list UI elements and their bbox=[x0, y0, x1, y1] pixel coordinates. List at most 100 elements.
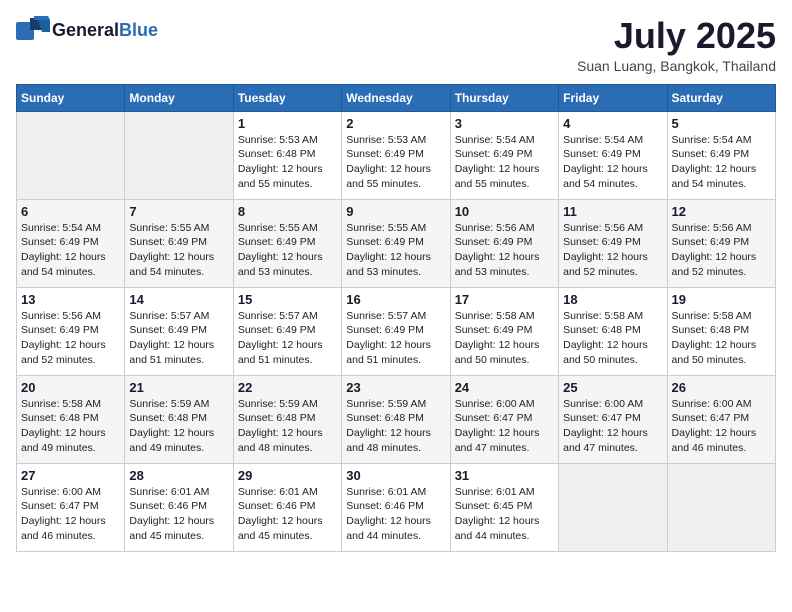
calendar-cell: 26 Sunrise: 6:00 AMSunset: 6:47 PMDayligh… bbox=[667, 375, 775, 463]
calendar-cell: 30Sunrise: 6:01 AMSunset: 6:46 PMDayligh… bbox=[342, 463, 450, 551]
calendar-cell: 12 Sunrise: 5:56 AMSunset: 6:49 PMDayligh… bbox=[667, 199, 775, 287]
day-number: 25 bbox=[563, 380, 662, 395]
logo: GeneralBlue bbox=[16, 16, 158, 44]
day-number: 23 bbox=[346, 380, 445, 395]
calendar-cell: 14 Sunrise: 5:57 AMSunset: 6:49 PMDayligh… bbox=[125, 287, 233, 375]
calendar-cell: 10 Sunrise: 5:56 AMSunset: 6:49 PMDayligh… bbox=[450, 199, 558, 287]
day-number: 14 bbox=[129, 292, 228, 307]
day-info: Sunrise: 5:59 AMSunset: 6:48 PMDaylight:… bbox=[238, 397, 337, 456]
calendar-cell: 11 Sunrise: 5:56 AMSunset: 6:49 PMDayligh… bbox=[559, 199, 667, 287]
calendar-cell: 29 Sunrise: 6:01 AMSunset: 6:46 PMDayligh… bbox=[233, 463, 341, 551]
day-number: 21 bbox=[129, 380, 228, 395]
calendar-header-tuesday: Tuesday bbox=[233, 84, 341, 111]
day-info: Sunrise: 5:58 AMSunset: 6:49 PMDaylight:… bbox=[455, 309, 554, 368]
calendar-header-sunday: Sunday bbox=[17, 84, 125, 111]
day-number: 18 bbox=[563, 292, 662, 307]
day-info: Sunrise: 6:01 AMSunset: 6:46 PMDaylight:… bbox=[129, 485, 228, 544]
day-info: Sunrise: 6:00 AMSunset: 6:47 PMDaylight:… bbox=[563, 397, 662, 456]
logo-icon bbox=[16, 16, 50, 44]
calendar-week-1: 1Sunrise: 5:53 AMSunset: 6:48 PMDaylight… bbox=[17, 111, 776, 199]
calendar-week-4: 20 Sunrise: 5:58 AMSunset: 6:48 PMDayligh… bbox=[17, 375, 776, 463]
calendar-table: SundayMondayTuesdayWednesdayThursdayFrid… bbox=[16, 84, 776, 552]
day-info: Sunrise: 6:00 AMSunset: 6:47 PMDaylight:… bbox=[455, 397, 554, 456]
day-info: Sunrise: 6:01 AMSunset: 6:46 PMDaylight:… bbox=[238, 485, 337, 544]
day-info: Sunrise: 5:56 AMSunset: 6:49 PMDaylight:… bbox=[672, 221, 771, 280]
calendar-cell: 21 Sunrise: 5:59 AMSunset: 6:48 PMDayligh… bbox=[125, 375, 233, 463]
day-number: 20 bbox=[21, 380, 120, 395]
calendar-week-5: 27Sunrise: 6:00 AMSunset: 6:47 PMDayligh… bbox=[17, 463, 776, 551]
day-info: Sunrise: 5:55 AMSunset: 6:49 PMDaylight:… bbox=[346, 221, 445, 280]
calendar-cell bbox=[17, 111, 125, 199]
calendar-cell bbox=[667, 463, 775, 551]
day-number: 6 bbox=[21, 204, 120, 219]
day-info: Sunrise: 5:56 AMSunset: 6:49 PMDaylight:… bbox=[455, 221, 554, 280]
day-number: 31 bbox=[455, 468, 554, 483]
calendar-cell bbox=[559, 463, 667, 551]
day-info: Sunrise: 5:57 AMSunset: 6:49 PMDaylight:… bbox=[346, 309, 445, 368]
day-info: Sunrise: 5:55 AMSunset: 6:49 PMDaylight:… bbox=[129, 221, 228, 280]
day-info: Sunrise: 6:01 AMSunset: 6:46 PMDaylight:… bbox=[346, 485, 445, 544]
calendar-cell: 28 Sunrise: 6:01 AMSunset: 6:46 PMDayligh… bbox=[125, 463, 233, 551]
day-number: 19 bbox=[672, 292, 771, 307]
day-number: 15 bbox=[238, 292, 337, 307]
calendar-cell: 16 Sunrise: 5:57 AMSunset: 6:49 PMDayligh… bbox=[342, 287, 450, 375]
calendar-week-2: 6 Sunrise: 5:54 AMSunset: 6:49 PMDaylight… bbox=[17, 199, 776, 287]
day-number: 10 bbox=[455, 204, 554, 219]
calendar-header-friday: Friday bbox=[559, 84, 667, 111]
day-info: Sunrise: 5:57 AMSunset: 6:49 PMDaylight:… bbox=[129, 309, 228, 368]
calendar-cell: 20 Sunrise: 5:58 AMSunset: 6:48 PMDayligh… bbox=[17, 375, 125, 463]
day-number: 4 bbox=[563, 116, 662, 131]
calendar-cell: 2Sunrise: 5:53 AMSunset: 6:49 PMDaylight… bbox=[342, 111, 450, 199]
day-info: Sunrise: 5:55 AMSunset: 6:49 PMDaylight:… bbox=[238, 221, 337, 280]
page-header: GeneralBlue July 2025 Suan Luang, Bangko… bbox=[16, 16, 776, 74]
day-info: Sunrise: 5:59 AMSunset: 6:48 PMDaylight:… bbox=[129, 397, 228, 456]
day-number: 7 bbox=[129, 204, 228, 219]
day-info: Sunrise: 5:56 AMSunset: 6:49 PMDaylight:… bbox=[563, 221, 662, 280]
day-info: Sunrise: 5:57 AMSunset: 6:49 PMDaylight:… bbox=[238, 309, 337, 368]
calendar-cell: 19 Sunrise: 5:58 AMSunset: 6:48 PMDayligh… bbox=[667, 287, 775, 375]
day-number: 26 bbox=[672, 380, 771, 395]
day-number: 24 bbox=[455, 380, 554, 395]
calendar-cell: 18 Sunrise: 5:58 AMSunset: 6:48 PMDayligh… bbox=[559, 287, 667, 375]
day-number: 22 bbox=[238, 380, 337, 395]
day-number: 3 bbox=[455, 116, 554, 131]
day-info: Sunrise: 6:00 AMSunset: 6:47 PMDaylight:… bbox=[672, 397, 771, 456]
day-info: Sunrise: 5:58 AMSunset: 6:48 PMDaylight:… bbox=[672, 309, 771, 368]
day-number: 29 bbox=[238, 468, 337, 483]
day-info: Sunrise: 5:56 AMSunset: 6:49 PMDaylight:… bbox=[21, 309, 120, 368]
day-info: Sunrise: 5:53 AMSunset: 6:49 PMDaylight:… bbox=[346, 133, 445, 192]
day-info: Sunrise: 5:59 AMSunset: 6:48 PMDaylight:… bbox=[346, 397, 445, 456]
calendar-cell: 22 Sunrise: 5:59 AMSunset: 6:48 PMDayligh… bbox=[233, 375, 341, 463]
day-number: 1 bbox=[238, 116, 337, 131]
calendar-cell: 25 Sunrise: 6:00 AMSunset: 6:47 PMDayligh… bbox=[559, 375, 667, 463]
day-info: Sunrise: 5:58 AMSunset: 6:48 PMDaylight:… bbox=[563, 309, 662, 368]
calendar-cell: 3 Sunrise: 5:54 AMSunset: 6:49 PMDaylight… bbox=[450, 111, 558, 199]
calendar-cell bbox=[125, 111, 233, 199]
calendar-cell: 31 Sunrise: 6:01 AMSunset: 6:45 PMDayligh… bbox=[450, 463, 558, 551]
day-number: 11 bbox=[563, 204, 662, 219]
calendar-header-thursday: Thursday bbox=[450, 84, 558, 111]
calendar-cell: 5Sunrise: 5:54 AMSunset: 6:49 PMDaylight… bbox=[667, 111, 775, 199]
calendar-cell: 17 Sunrise: 5:58 AMSunset: 6:49 PMDayligh… bbox=[450, 287, 558, 375]
calendar-cell: 13Sunrise: 5:56 AMSunset: 6:49 PMDayligh… bbox=[17, 287, 125, 375]
day-number: 17 bbox=[455, 292, 554, 307]
day-info: Sunrise: 5:54 AMSunset: 6:49 PMDaylight:… bbox=[672, 133, 771, 192]
day-info: Sunrise: 6:01 AMSunset: 6:45 PMDaylight:… bbox=[455, 485, 554, 544]
calendar-cell: 27Sunrise: 6:00 AMSunset: 6:47 PMDayligh… bbox=[17, 463, 125, 551]
calendar-header-monday: Monday bbox=[125, 84, 233, 111]
day-info: Sunrise: 5:58 AMSunset: 6:48 PMDaylight:… bbox=[21, 397, 120, 456]
calendar-cell: 4Sunrise: 5:54 AMSunset: 6:49 PMDaylight… bbox=[559, 111, 667, 199]
calendar-header-wednesday: Wednesday bbox=[342, 84, 450, 111]
day-number: 12 bbox=[672, 204, 771, 219]
calendar-cell: 7 Sunrise: 5:55 AMSunset: 6:49 PMDaylight… bbox=[125, 199, 233, 287]
calendar-cell: 9Sunrise: 5:55 AMSunset: 6:49 PMDaylight… bbox=[342, 199, 450, 287]
day-info: Sunrise: 5:54 AMSunset: 6:49 PMDaylight:… bbox=[455, 133, 554, 192]
calendar-cell: 23 Sunrise: 5:59 AMSunset: 6:48 PMDayligh… bbox=[342, 375, 450, 463]
day-info: Sunrise: 5:54 AMSunset: 6:49 PMDaylight:… bbox=[21, 221, 120, 280]
calendar-header-saturday: Saturday bbox=[667, 84, 775, 111]
day-number: 16 bbox=[346, 292, 445, 307]
calendar-cell: 1Sunrise: 5:53 AMSunset: 6:48 PMDaylight… bbox=[233, 111, 341, 199]
logo-general-text: General bbox=[52, 20, 119, 40]
day-number: 28 bbox=[129, 468, 228, 483]
calendar-cell: 24 Sunrise: 6:00 AMSunset: 6:47 PMDayligh… bbox=[450, 375, 558, 463]
